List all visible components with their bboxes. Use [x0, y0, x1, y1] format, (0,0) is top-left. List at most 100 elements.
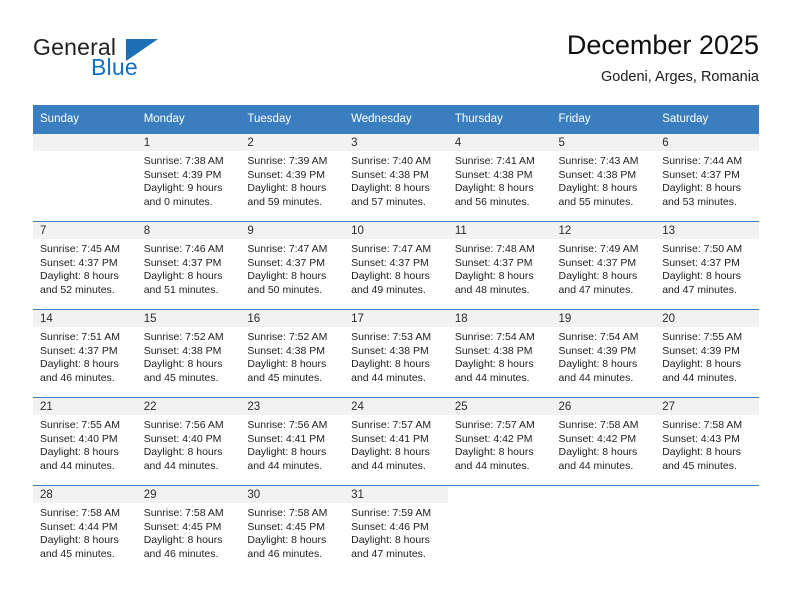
calendar-week-row: 28 Sunrise: 7:58 AM Sunset: 4:44 PM Dayligh…: [33, 485, 759, 573]
sun-times-detail: Sunrise: 7:58 AM Sunset: 4:44 PM Daylight:…: [33, 503, 137, 561]
day-number: 28: [33, 486, 137, 503]
day-number: 24: [344, 398, 448, 415]
calendar-page: General Blue December 2025 Godeni, Arges…: [0, 0, 792, 612]
sun-times-line: Sunrise: 7:58 AM: [40, 507, 120, 519]
sun-times-detail: Sunrise: 7:48 AM Sunset: 4:37 PM Daylight:…: [448, 239, 552, 297]
sun-times-detail: Sunrise: 7:58 AM Sunset: 4:45 PM Daylight:…: [240, 503, 344, 561]
calendar-day-cell[interactable]: 14 Sunrise: 7:51 AM Sunset: 4:37 PM Dayligh…: [33, 309, 137, 398]
sun-times-line: Sunset: 4:41 PM: [247, 432, 326, 445]
sun-times-detail: Sunrise: 7:43 AM Sunset: 4:38 PM Daylight:…: [552, 151, 656, 209]
day-number: 25: [447, 398, 552, 415]
calendar-day-cell[interactable]: 15 Sunrise: 7:52 AM Sunset: 4:38 PM Dayligh…: [136, 309, 241, 398]
sun-times-line: and 44 minutes.: [351, 371, 426, 384]
calendar-body: 1 Sunrise: 7:38 AM Sunset: 4:39 PM Daylight…: [33, 133, 759, 573]
calendar-week-row: 1 Sunrise: 7:38 AM Sunset: 4:39 PM Daylight…: [33, 133, 759, 222]
sunrise-sunset-calendar: Sunday Monday Tuesday Wednesday Thursday Frid…: [33, 105, 759, 573]
weekday-header-friday: Friday: [551, 105, 656, 134]
calendar-day-cell[interactable]: 25 Sunrise: 7:57 AM Sunset: 4:42 PM Dayligh…: [447, 397, 552, 486]
page-title: December 2025: [566, 30, 759, 60]
calendar-day-cell[interactable]: 10 Sunrise: 7:47 AM Sunset: 4:37 PM Dayligh…: [344, 221, 448, 310]
calendar-day-cell[interactable]: 19 Sunrise: 7:54 AM Sunset: 4:39 PM Dayligh…: [551, 309, 656, 398]
sun-times-line: Sunset: 4:39 PM: [247, 168, 326, 181]
calendar-day-cell[interactable]: 17 Sunrise: 7:53 AM Sunset: 4:38 PM Dayligh…: [344, 309, 448, 398]
sun-times-line: Sunset: 4:37 PM: [351, 256, 429, 269]
sun-times-line: and 45 minutes.: [662, 459, 737, 472]
sun-times-detail: Sunrise: 7:45 AM Sunset: 4:37 PM Daylight:…: [33, 239, 137, 297]
calendar-day-cell[interactable]: 26 Sunrise: 7:58 AM Sunset: 4:42 PM Dayligh…: [551, 397, 656, 486]
calendar-empty-cell: [655, 485, 759, 573]
sun-times-line: Sunset: 4:38 PM: [558, 168, 637, 181]
calendar-day-cell[interactable]: 30 Sunrise: 7:58 AM Sunset: 4:45 PM Dayligh…: [240, 485, 345, 573]
sun-times-line: Daylight: 8 hours: [662, 358, 742, 371]
calendar-day-cell[interactable]: 9 Sunrise: 7:47 AM Sunset: 4:37 PM Daylight…: [240, 221, 345, 310]
sun-times-line: Daylight: 8 hours: [143, 270, 223, 283]
sun-times-line: Sunrise: 7:41 AM: [454, 155, 535, 167]
sun-times-detail: Sunrise: 7:56 AM Sunset: 4:41 PM Daylight:…: [240, 415, 344, 473]
calendar-day-cell[interactable]: 6 Sunrise: 7:44 AM Sunset: 4:37 PM Daylight…: [655, 133, 759, 222]
sun-times-line: Sunset: 4:37 PM: [247, 256, 326, 269]
sun-times-line: Sunset: 4:38 PM: [351, 344, 429, 357]
sun-times-line: Sunrise: 7:44 AM: [662, 155, 743, 167]
day-number: 19: [551, 310, 656, 327]
calendar-day-cell[interactable]: 2 Sunrise: 7:39 AM Sunset: 4:39 PM Daylight…: [240, 133, 345, 222]
sun-times-line: and 44 minutes.: [558, 459, 634, 472]
sun-times-line: Daylight: 8 hours: [351, 182, 430, 195]
calendar-day-cell[interactable]: 4 Sunrise: 7:41 AM Sunset: 4:38 PM Daylight…: [447, 133, 552, 222]
calendar-day-cell[interactable]: 20 Sunrise: 7:55 AM Sunset: 4:39 PM Dayligh…: [655, 309, 759, 398]
calendar-day-cell[interactable]: 7 Sunrise: 7:45 AM Sunset: 4:37 PM Daylight…: [33, 221, 137, 310]
day-number: 31: [344, 486, 448, 503]
title-block: December 2025 Godeni, Arges, Romania: [567, 28, 759, 88]
day-number: 10: [344, 222, 448, 239]
sun-times-line: Daylight: 8 hours: [558, 182, 638, 195]
sun-times-line: Sunrise: 7:56 AM: [247, 419, 328, 431]
sun-times-line: Daylight: 8 hours: [662, 270, 742, 283]
calendar-day-cell[interactable]: 13 Sunrise: 7:50 AM Sunset: 4:37 PM Dayligh…: [655, 221, 759, 310]
sun-times-line: Sunrise: 7:39 AM: [247, 155, 328, 167]
calendar-day-cell[interactable]: 16 Sunrise: 7:52 AM Sunset: 4:38 PM Dayligh…: [240, 309, 345, 398]
sun-times-line: and 44 minutes.: [454, 371, 530, 384]
general-blue-logo[interactable]: General Blue: [33, 34, 233, 90]
calendar-day-cell[interactable]: 3 Sunrise: 7:40 AM Sunset: 4:38 PM Daylight…: [344, 133, 448, 222]
sun-times-line: Sunrise: 7:57 AM: [351, 419, 432, 431]
sun-times-line: Sunrise: 7:50 AM: [662, 243, 743, 255]
sun-times-line: Sunrise: 7:58 AM: [143, 507, 224, 519]
calendar-day-cell[interactable]: 11 Sunrise: 7:48 AM Sunset: 4:37 PM Dayligh…: [447, 221, 552, 310]
sun-times-line: and 45 minutes.: [143, 371, 219, 384]
sun-times-line: Daylight: 8 hours: [558, 270, 638, 283]
sun-times-line: and 44 minutes.: [247, 459, 323, 472]
calendar-day-cell[interactable]: 8 Sunrise: 7:46 AM Sunset: 4:37 PM Daylight…: [136, 221, 241, 310]
calendar-day-cell[interactable]: 21 Sunrise: 7:55 AM Sunset: 4:40 PM Dayligh…: [33, 397, 137, 486]
calendar-day-cell[interactable]: 22 Sunrise: 7:56 AM Sunset: 4:40 PM Dayligh…: [136, 397, 241, 486]
calendar-day-cell[interactable]: 28 Sunrise: 7:58 AM Sunset: 4:44 PM Dayligh…: [33, 485, 137, 573]
calendar-day-cell[interactable]: 5 Sunrise: 7:43 AM Sunset: 4:38 PM Daylight…: [551, 133, 656, 222]
sun-times-detail: Sunrise: 7:41 AM Sunset: 4:38 PM Daylight:…: [448, 151, 552, 209]
sun-times-detail: Sunrise: 7:57 AM Sunset: 4:41 PM Daylight:…: [344, 415, 448, 473]
sun-times-line: and 46 minutes.: [143, 547, 219, 560]
sun-times-line: Sunrise: 7:58 AM: [662, 419, 743, 431]
day-number: 27: [655, 398, 759, 415]
sun-times-line: Daylight: 8 hours: [40, 534, 119, 547]
sun-times-line: and 44 minutes.: [143, 459, 219, 472]
calendar-day-cell[interactable]: 24 Sunrise: 7:57 AM Sunset: 4:41 PM Dayligh…: [344, 397, 448, 486]
sun-times-detail: Sunrise: 7:38 AM Sunset: 4:39 PM Daylight:…: [137, 151, 241, 209]
sun-times-line: Daylight: 8 hours: [454, 182, 534, 195]
sun-times-line: Sunset: 4:38 PM: [247, 344, 326, 357]
calendar-week-row: 7 Sunrise: 7:45 AM Sunset: 4:37 PM Daylight…: [33, 221, 759, 310]
sun-times-line: Sunset: 4:46 PM: [351, 520, 429, 533]
calendar-day-cell[interactable]: 31 Sunrise: 7:59 AM Sunset: 4:46 PM Dayligh…: [344, 485, 448, 573]
calendar-day-cell[interactable]: 1 Sunrise: 7:38 AM Sunset: 4:39 PM Daylight…: [136, 133, 241, 222]
sun-times-line: Daylight: 8 hours: [40, 446, 119, 459]
calendar-day-cell[interactable]: 12 Sunrise: 7:49 AM Sunset: 4:37 PM Dayligh…: [551, 221, 656, 310]
sun-times-line: Daylight: 8 hours: [143, 358, 223, 371]
sun-times-line: Sunset: 4:38 PM: [351, 168, 429, 181]
calendar-day-cell[interactable]: 27 Sunrise: 7:58 AM Sunset: 4:43 PM Dayligh…: [655, 397, 759, 486]
sun-times-line: Sunrise: 7:49 AM: [558, 243, 639, 255]
calendar-day-cell[interactable]: 29 Sunrise: 7:58 AM Sunset: 4:45 PM Dayligh…: [136, 485, 241, 573]
calendar-day-cell[interactable]: 18 Sunrise: 7:54 AM Sunset: 4:38 PM Dayligh…: [447, 309, 552, 398]
calendar-day-cell[interactable]: 23 Sunrise: 7:56 AM Sunset: 4:41 PM Dayligh…: [240, 397, 345, 486]
day-number: 11: [447, 222, 552, 239]
sun-times-line: and 46 minutes.: [247, 547, 323, 560]
sun-times-detail: Sunrise: 7:58 AM Sunset: 4:43 PM Daylight:…: [655, 415, 759, 473]
sun-times-line: Sunset: 4:38 PM: [454, 168, 533, 181]
sun-times-detail: Sunrise: 7:50 AM Sunset: 4:37 PM Daylight:…: [655, 239, 759, 297]
